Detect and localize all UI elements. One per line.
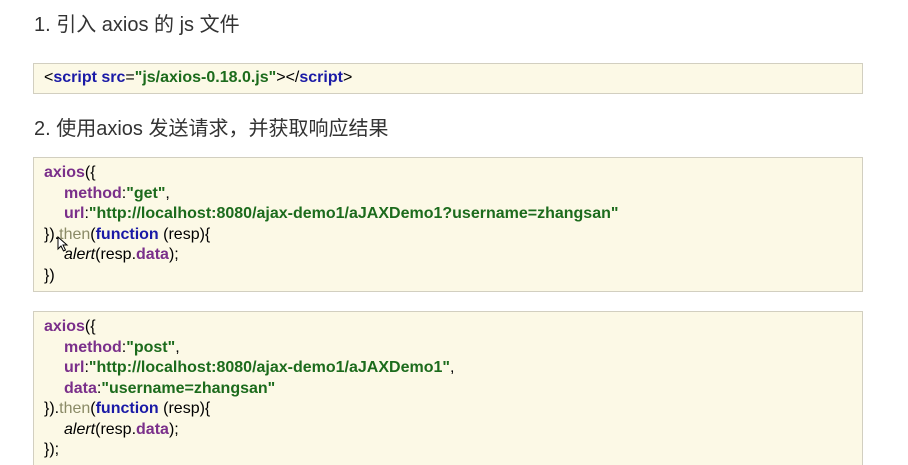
- code-line: }): [44, 266, 862, 287]
- code-token: data: [64, 379, 97, 397]
- code-token: });: [44, 441, 60, 458]
- step-2-heading: 2. 使用axios 发送请求，并获取响应结果: [34, 118, 389, 140]
- code-token: );: [168, 246, 179, 263]
- code-line: alert(resp.data);: [44, 245, 862, 266]
- code-token: }).: [44, 400, 60, 417]
- code-token: (resp){: [158, 400, 211, 417]
- code-token: method: [64, 338, 122, 356]
- code-token: then: [59, 400, 91, 417]
- step-1-heading: 1. 引入 axios 的 js 文件: [34, 14, 240, 36]
- code-token: ></: [276, 69, 300, 86]
- code-line: url:"http://localhost:8080/ajax-demo1/aJ…: [44, 358, 862, 379]
- code-token: method: [64, 184, 122, 202]
- code-token: function: [95, 225, 159, 243]
- code-token: src: [101, 69, 126, 86]
- axios-get-code-block: axios({method:"get", url:"http://localhos…: [33, 157, 863, 292]
- code-line: }).then(function (resp){: [44, 399, 862, 420]
- mouse-pointer-icon: [57, 236, 69, 252]
- code-token: script: [53, 69, 97, 86]
- code-token: "username=zhangsan": [101, 379, 276, 397]
- code-token: ({: [84, 164, 96, 181]
- code-line: alert(resp.data);: [44, 420, 862, 441]
- code-line: <script src="js/axios-0.18.0.js"></scrip…: [44, 68, 862, 89]
- code-token: data: [136, 420, 169, 438]
- code-token: "http://localhost:8080/ajax-demo1/aJAXDe…: [88, 359, 450, 376]
- code-token: ,: [165, 184, 170, 202]
- code-token: "js/axios-0.18.0.js": [134, 69, 277, 86]
- code-token: data: [136, 246, 169, 263]
- code-line: method:"post",: [44, 338, 862, 359]
- code-token: >: [342, 69, 353, 86]
- code-token: axios: [44, 164, 85, 181]
- code-token: <: [44, 69, 54, 86]
- axios-post-code-block: axios({method:"post", url:"http://localho…: [33, 311, 863, 465]
- code-line: axios({: [44, 163, 862, 184]
- code-line: data:"username=zhangsan": [44, 379, 862, 400]
- code-line: method:"get",: [44, 184, 862, 205]
- code-token: script: [299, 69, 343, 86]
- code-token: function: [95, 400, 159, 417]
- code-line: });: [44, 440, 862, 461]
- code-token: "http://localhost:8080/ajax-demo1/aJAXDe…: [88, 205, 619, 222]
- code-token: ,: [175, 338, 180, 356]
- code-token: );: [168, 420, 179, 438]
- code-token: axios: [44, 318, 85, 335]
- script-include-code-block: <script src="js/axios-0.18.0.js"></scrip…: [33, 63, 863, 94]
- code-token: ,: [449, 359, 455, 376]
- code-token: (resp.: [95, 420, 137, 438]
- code-token: alert: [64, 420, 96, 438]
- code-line: axios({: [44, 317, 862, 338]
- code-token: (resp.: [95, 246, 137, 263]
- code-token: ({: [84, 318, 96, 335]
- code-token: "post": [126, 338, 176, 356]
- code-line: url:"http://localhost:8080/ajax-demo1/aJ…: [44, 204, 862, 225]
- code-token: }): [44, 266, 55, 284]
- code-token: =: [125, 69, 135, 86]
- code-token: url: [64, 205, 85, 222]
- code-line: }).then(function (resp){: [44, 225, 862, 246]
- code-token: (resp){: [158, 225, 211, 243]
- code-token: "get": [126, 184, 166, 202]
- code-token: url: [64, 359, 85, 376]
